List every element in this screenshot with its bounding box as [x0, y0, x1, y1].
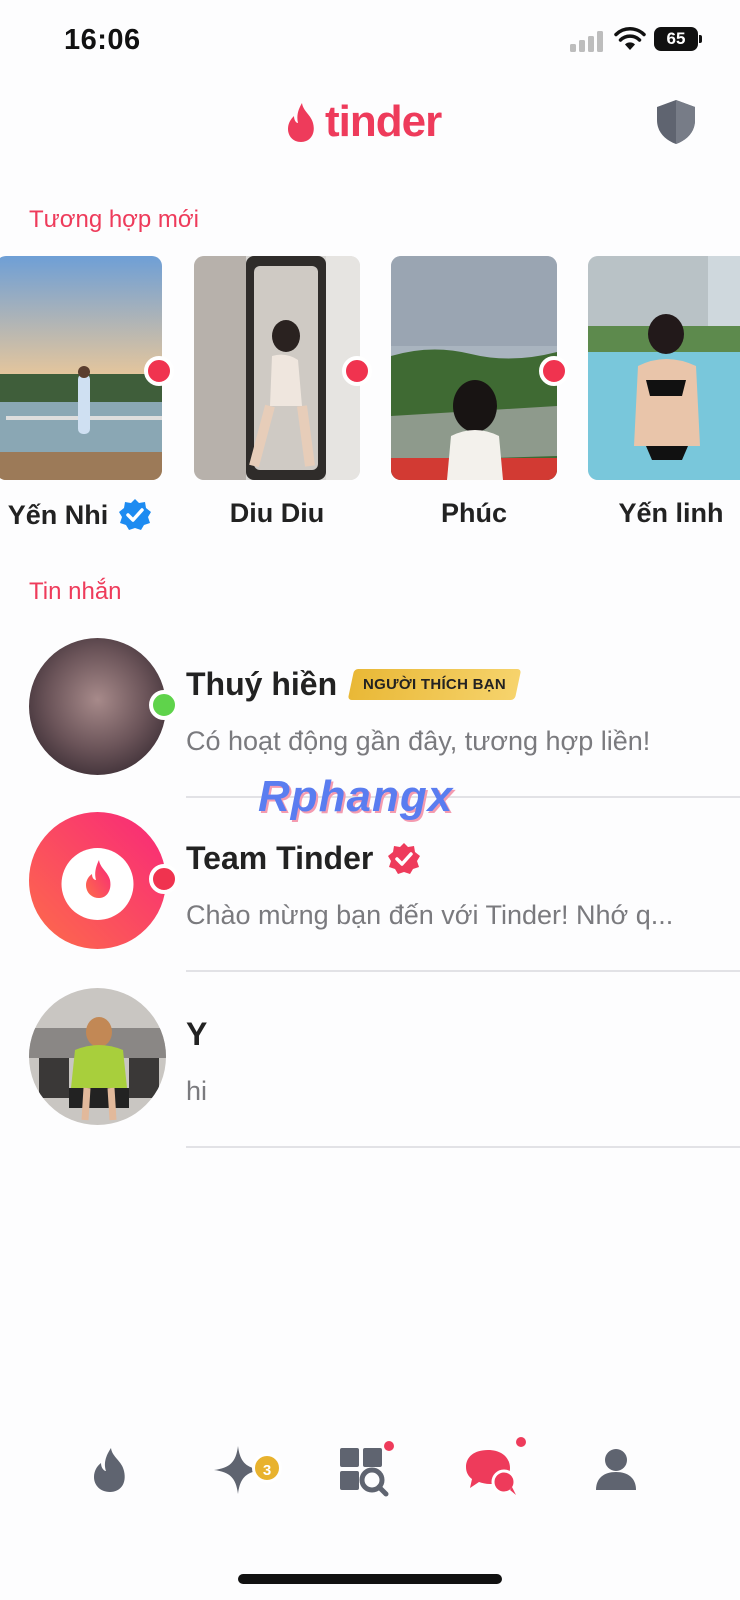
- online-status-dot: [149, 690, 179, 720]
- tinder-logo: tinder: [285, 96, 442, 148]
- battery-icon: 65: [654, 27, 702, 51]
- new-match-dot: [342, 356, 372, 386]
- flame-logo-icon: [288, 103, 314, 142]
- messages-title: Tin nhắn: [29, 578, 122, 605]
- nav-item-chat[interactable]: [462, 1440, 522, 1500]
- match-name: Yến Nhi: [7, 499, 109, 530]
- match-photo: [0, 256, 162, 480]
- battery-level: 65: [654, 27, 698, 51]
- new-matches-title: Tương hợp mới: [29, 206, 199, 233]
- new-match-dot: [144, 356, 174, 386]
- explore-notification-dot: [384, 1441, 394, 1451]
- avatar: [29, 638, 166, 775]
- home-indicator[interactable]: [238, 1574, 502, 1584]
- match-card[interactable]: Yến Nhi: [0, 256, 174, 530]
- new-matches-carousel[interactable]: Yến Nhi Diu Diu Phúc Yến linh: [0, 256, 740, 536]
- bottom-nav: [0, 1440, 740, 1530]
- avatar: [29, 988, 166, 1125]
- status-bar: 16:06 65: [0, 0, 740, 80]
- conversation-preview: hi: [186, 1076, 208, 1106]
- flame-icon: [94, 1448, 125, 1492]
- verified-badge-icon: [388, 842, 421, 874]
- conversation-preview: Có hoạt động gần đây, tương hợp liền!: [186, 726, 651, 756]
- signal-icon: [570, 30, 604, 52]
- wifi-icon: [614, 27, 646, 50]
- nav-item-explore[interactable]: [332, 1440, 392, 1500]
- conversation-row[interactable]: Y hi: [0, 988, 740, 1158]
- conversation-name: Thuý hiền: [186, 666, 338, 702]
- status-time: 16:06: [64, 24, 141, 56]
- divider: [186, 970, 740, 972]
- match-photo: [588, 256, 740, 480]
- match-name: Yến linh: [618, 498, 724, 528]
- app-name: tinder: [325, 97, 442, 146]
- likes-count-badge: 3: [252, 1453, 282, 1483]
- profile-icon: [596, 1449, 636, 1490]
- conversation-preview: Chào mừng bạn đến với Tinder! Nhớ q...: [186, 900, 674, 930]
- match-card[interactable]: Diu Diu: [194, 256, 372, 528]
- match-photo: [391, 256, 557, 480]
- match-card[interactable]: Yến linh: [588, 256, 740, 528]
- avatar: [29, 812, 166, 949]
- shield-icon[interactable]: [654, 98, 698, 146]
- explore-icon: [340, 1448, 389, 1497]
- unread-dot: [149, 864, 179, 894]
- verified-badge-icon: [119, 499, 152, 530]
- nav-item-discover[interactable]: [80, 1440, 140, 1500]
- match-name: Phúc: [440, 498, 507, 528]
- conversation-name: Y: [186, 1016, 208, 1052]
- divider: [186, 1146, 740, 1148]
- chat-notification-dot: [516, 1437, 526, 1447]
- new-match-dot: [539, 356, 569, 386]
- chat-icon: [466, 1450, 517, 1495]
- nav-item-profile[interactable]: [586, 1440, 646, 1500]
- match-card[interactable]: Phúc: [391, 256, 569, 528]
- conversation-name: Team Tinder: [186, 840, 374, 876]
- match-photo: [194, 256, 360, 480]
- conversation-row[interactable]: Team Tinder Chào mừng bạn đến với Tinder…: [0, 812, 740, 982]
- likes-you-badge: NGƯỜI THÍCH BẠN: [347, 669, 522, 700]
- match-name: Diu Diu: [229, 498, 325, 528]
